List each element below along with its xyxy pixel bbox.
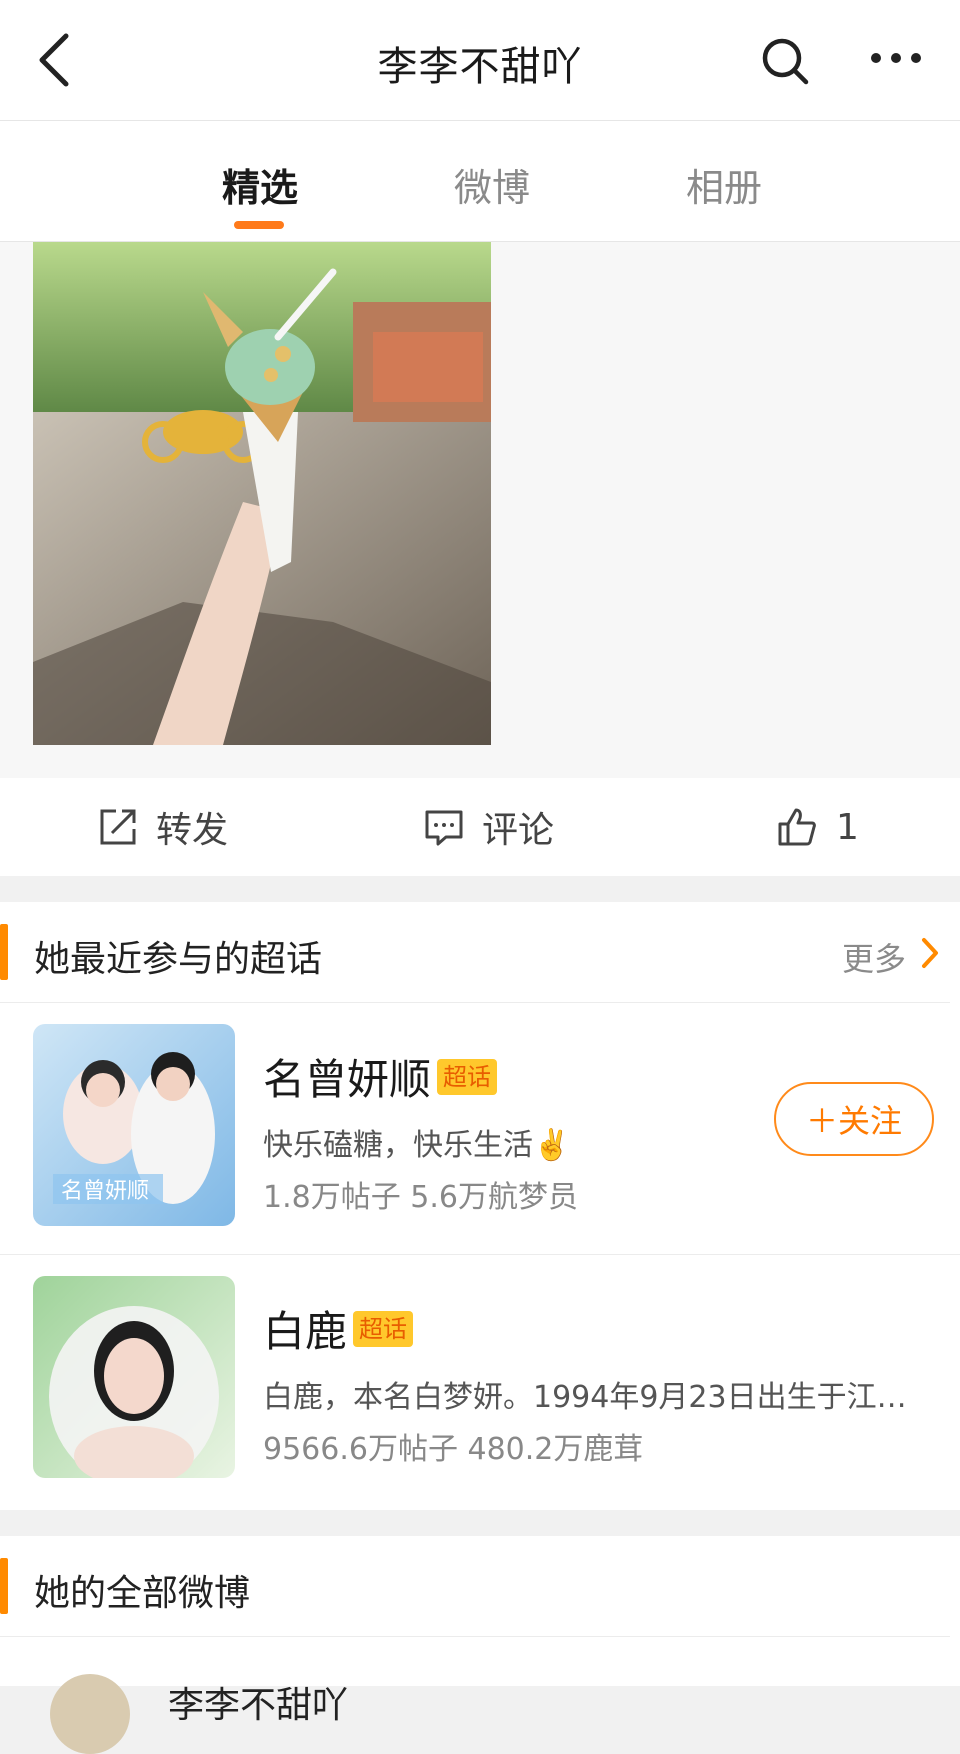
follow-button[interactable]: ＋关注	[774, 1082, 934, 1156]
section-header: 她的全部微博	[0, 1536, 950, 1637]
search-icon[interactable]	[760, 36, 810, 86]
active-tab-indicator	[234, 221, 284, 229]
repost-label: 转发	[156, 810, 229, 851]
supertopic-item[interactable]: 名曾妍顺 名曾妍顺 超话 快乐磕糖，快乐生活✌️ 1.8万帖子 5.6万航梦员 …	[0, 1002, 960, 1255]
like-count: 1	[836, 806, 859, 848]
avatar[interactable]	[50, 1674, 130, 1754]
section-accent-bar	[0, 924, 8, 980]
supertopic-thumbnail	[33, 1276, 235, 1478]
supertopic-badge: 超话	[353, 1310, 414, 1347]
tab-album[interactable]: 相册	[686, 157, 762, 212]
section-title: 她的全部微博	[34, 1573, 251, 1614]
comment-button[interactable]: 评论	[424, 778, 554, 876]
supertopic-badge: 超话	[437, 1058, 498, 1095]
supertopic-name: 名曾妍顺 超话	[263, 1046, 498, 1107]
top-bar: 李李不甜吖	[0, 0, 960, 121]
all-posts-section: 她的全部微博 李李不甜吖	[0, 1536, 960, 1754]
page-title: 李李不甜吖	[377, 44, 583, 90]
supertopic-description: 快乐磕糖，快乐生活✌️	[263, 1128, 571, 1163]
post-author-name[interactable]: 李李不甜吖	[168, 1676, 348, 1728]
like-button[interactable]: 1	[776, 778, 859, 876]
section-header: 她最近参与的超话 更多	[0, 902, 950, 1003]
section-title: 她最近参与的超话	[34, 939, 323, 980]
post-photo[interactable]	[33, 242, 491, 745]
more-dots-icon[interactable]	[870, 48, 922, 68]
supertopic-description: 白鹿，本名白梦妍。1994年9月23日出生于江…	[263, 1380, 907, 1415]
supertopic-title: 白鹿	[263, 1307, 348, 1356]
supertopic-stats: 1.8万帖子 5.6万航梦员	[263, 1180, 578, 1215]
recent-supertopics-section: 她最近参与的超话 更多 名曾妍顺 名曾妍顺 超话 快乐磕糖，快乐生活✌️ 1.8…	[0, 902, 960, 1510]
post-actions: 转发 评论 1	[0, 778, 960, 876]
comment-icon	[425, 810, 463, 846]
section-accent-bar	[0, 1558, 8, 1614]
supertopic-thumbnail: 名曾妍顺	[33, 1024, 235, 1226]
thumbs-up-icon	[778, 808, 816, 846]
supertopic-title: 名曾妍顺	[263, 1055, 432, 1104]
repost-button[interactable]: 转发	[98, 778, 228, 876]
chevron-right-icon[interactable]	[920, 936, 940, 970]
more-link[interactable]: 更多	[842, 934, 906, 980]
tab-weibo[interactable]: 微博	[454, 157, 530, 212]
profile-tabs: 精选 微博 相册	[0, 121, 960, 242]
repost-icon	[100, 809, 136, 845]
supertopic-stats: 9566.6万帖子 480.2万鹿茸	[263, 1432, 644, 1467]
supertopic-item[interactable]: 白鹿 超话 白鹿，本名白梦妍。1994年9月23日出生于江… 9566.6万帖子…	[0, 1254, 960, 1506]
supertopic-name: 白鹿 超话	[263, 1298, 414, 1359]
thumbnail-caption: 名曾妍顺	[61, 1179, 149, 1204]
tab-featured[interactable]: 精选	[222, 157, 298, 212]
comment-label: 评论	[482, 810, 555, 851]
